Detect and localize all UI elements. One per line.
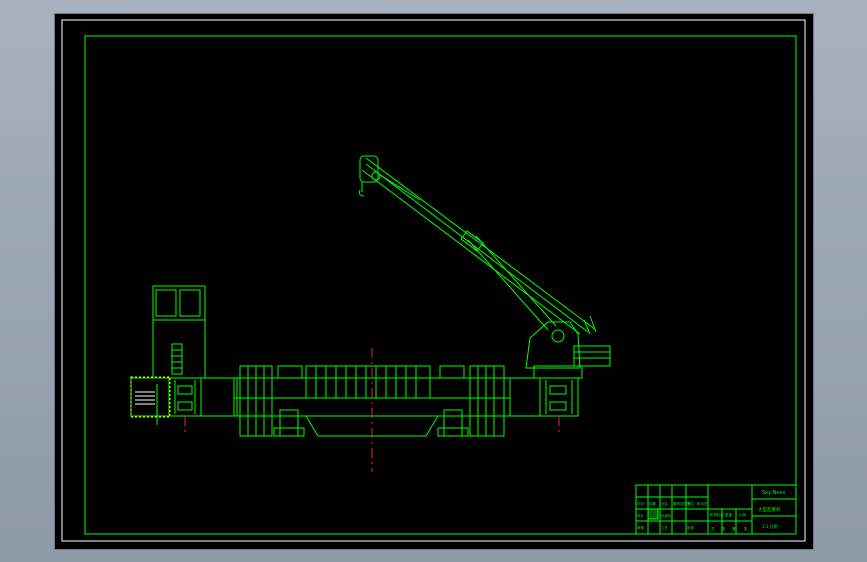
inner-border (84, 35, 797, 535)
telescopic-boom (361, 157, 597, 335)
stage-label-2: 比例 (739, 512, 747, 517)
rev-header-5: 年月日 (697, 501, 708, 506)
rev-header-4: 签名 (687, 501, 694, 506)
footer-label-2: 第 (732, 526, 736, 531)
role-label-0: 设计 (637, 513, 645, 518)
right-outrigger (509, 377, 579, 417)
stage-label-1: 重量 (725, 512, 733, 517)
stage-label-0: 阶段标记 (710, 512, 724, 517)
role-label-3: 工艺 (661, 525, 669, 530)
rev-header-2: 分区 (661, 501, 669, 506)
outer-border (61, 19, 806, 542)
rev-header-0: 标记 (637, 501, 645, 506)
footer-label-1: 张 (722, 526, 726, 531)
role-label-1: 标准化 (661, 513, 672, 518)
role-label-4: 批准 (687, 525, 695, 530)
crane-turret (525, 321, 611, 379)
rev-header-1: 处数 (649, 501, 657, 506)
engine-housing (130, 376, 171, 425)
part-name: 大型起重机 (758, 506, 781, 513)
footer-label-3: 张 (744, 526, 748, 531)
role-label-2: 审核 (637, 525, 645, 530)
scale-note: 1:1 比例 (762, 523, 778, 529)
operator-cab (152, 285, 206, 379)
crane-drawing: Sxy Nxxx 大型起重机 1:1 比例 标记 处数 分区 更改文件号 签名 … (61, 19, 806, 542)
drawing-name: Sxy Nxxx (762, 490, 785, 496)
left-outrigger (168, 377, 238, 417)
footer-label-0: 共 (711, 526, 715, 531)
